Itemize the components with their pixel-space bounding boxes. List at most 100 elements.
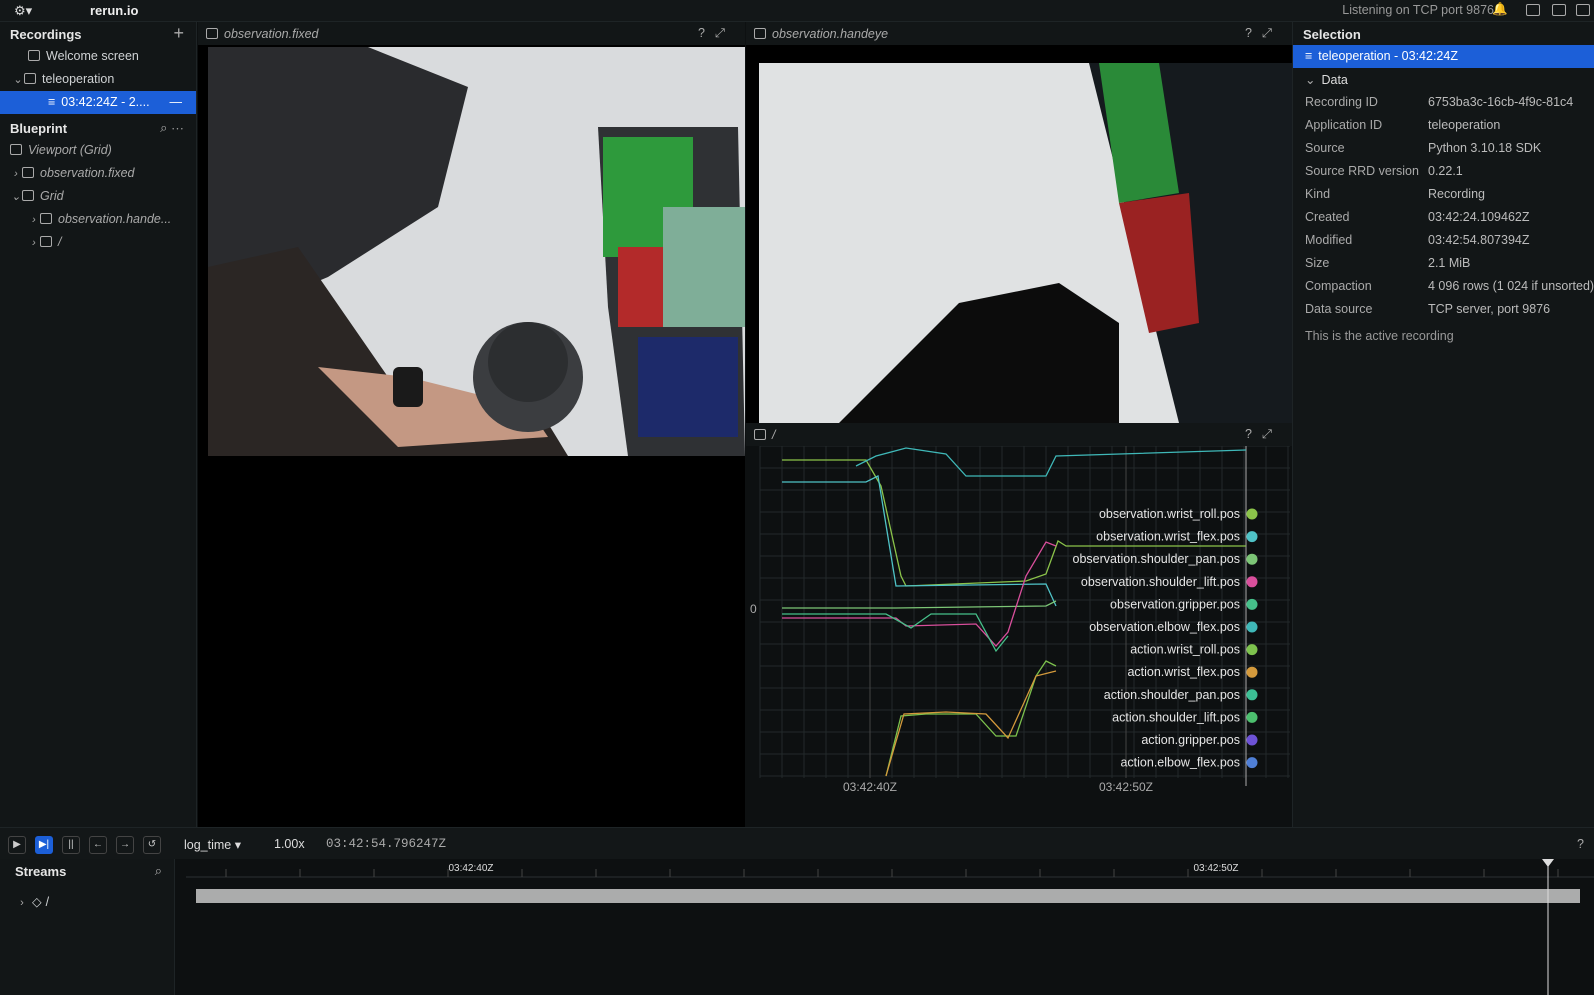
top-bar: ⚙▾ rerun.io Listening on TCP port 9876 🔔 xyxy=(0,0,1594,22)
ruler-label: 03:42:50Z xyxy=(1193,863,1238,874)
legend-swatch xyxy=(1246,666,1258,678)
legend-swatch xyxy=(1246,689,1258,701)
selected-recording-label: teleoperation - 03:42:24Z xyxy=(1318,49,1458,63)
plot-view[interactable]: 03:42:40Z 03:42:50Z 0 observation.wrist_rol… xyxy=(746,445,1292,827)
series-line xyxy=(782,475,1057,607)
property-row: Source RRD version 0.22.1 xyxy=(1293,160,1594,183)
time-control-bar: ▶ ▶| || ← → ↺ log_time ▾ 1.00x 03:42:54.… xyxy=(0,827,1594,859)
x-tick-label: 03:42:40Z xyxy=(843,780,897,794)
help-icon[interactable]: ? xyxy=(1577,837,1584,851)
streams-panel: Streams ⌕ › ◇/ 03:42:40Z 03:42:50Z xyxy=(0,859,1594,995)
property-value: Python 3.10.18 SDK xyxy=(1428,141,1542,155)
playback-speed[interactable]: 1.00x xyxy=(274,837,305,851)
welcome-label: Welcome screen xyxy=(46,49,139,63)
fixed-label: observation.fixed xyxy=(40,166,135,180)
property-key: Compaction xyxy=(1305,279,1372,293)
legend-swatch xyxy=(1246,621,1258,633)
property-key: Size xyxy=(1305,256,1330,270)
chevron-down-icon[interactable]: ⌄ xyxy=(1305,73,1315,87)
legend-label: action.gripper.pos xyxy=(1141,733,1240,747)
recording-item-active[interactable]: ≡ 03:42:24Z - 2.... — xyxy=(0,91,196,114)
grid-label: Grid xyxy=(40,189,64,203)
step-back-icon[interactable]: ← xyxy=(89,836,107,854)
series-line xyxy=(782,541,1057,647)
streams-title: Streams xyxy=(15,864,67,879)
toggle-left-panel-icon[interactable] xyxy=(1526,4,1540,16)
follow-icon[interactable]: ▶| xyxy=(35,836,53,854)
teleoperation-label: teleoperation xyxy=(42,72,115,86)
toggle-right-panel-icon[interactable] xyxy=(1576,4,1590,16)
chevron-right-icon[interactable]: › xyxy=(28,237,40,249)
property-value: Recording xyxy=(1428,187,1485,201)
toggle-bottom-panel-icon[interactable] xyxy=(1552,4,1566,16)
blueprint-fixed[interactable]: › observation.fixed xyxy=(0,162,196,185)
blueprint-grid[interactable]: ⌄ Grid xyxy=(0,185,196,208)
property-row: Source Python 3.10.18 SDK xyxy=(1293,137,1594,160)
plot-view-icon xyxy=(754,429,766,440)
timeseries-plot[interactable]: 03:42:40Z 03:42:50Z 0 observation.wrist_rol… xyxy=(746,445,1292,827)
handeye-camera-image xyxy=(759,63,1292,423)
timeline-area[interactable]: 03:42:40Z 03:42:50Z xyxy=(186,859,1594,995)
blueprint-handeye[interactable]: › observation.hande... xyxy=(0,208,196,231)
recording-teleoperation[interactable]: ⌄ teleoperation xyxy=(0,68,196,91)
stream-root-label: / xyxy=(45,895,50,909)
grid-icon xyxy=(10,144,22,155)
current-time[interactable]: 03:42:54.796247Z xyxy=(326,837,446,851)
recording-welcome[interactable]: Welcome screen xyxy=(0,45,196,68)
timeline-selector[interactable]: log_time ▾ xyxy=(184,837,241,852)
fixed-view-header: observation.fixed ?⤢ xyxy=(198,22,745,45)
recordings-header: Recordings + xyxy=(0,22,196,45)
data-header-label: Data xyxy=(1321,73,1348,87)
y-tick-label: 0 xyxy=(750,602,757,616)
selected-recording[interactable]: ≡ teleoperation - 03:42:24Z xyxy=(1293,45,1594,68)
blueprint-tools[interactable]: ⌕ ⋯ xyxy=(160,120,184,136)
blueprint-plot[interactable]: › / xyxy=(0,231,196,254)
step-forward-icon[interactable]: → xyxy=(116,836,134,854)
rerun-menu-icon[interactable]: ⚙▾ xyxy=(14,3,32,19)
app-title: rerun.io xyxy=(90,3,139,18)
close-recording-icon[interactable]: — xyxy=(170,95,183,109)
bell-icon[interactable]: 🔔 xyxy=(1492,2,1508,17)
legend-swatch xyxy=(1246,576,1258,588)
grid-icon xyxy=(22,190,34,201)
legend-swatch xyxy=(1246,644,1258,656)
view-tools[interactable]: ?⤢ xyxy=(1245,26,1282,41)
ruler-label: 03:42:40Z xyxy=(448,863,493,874)
blueprint-header: Blueprint ⌕ ⋯ xyxy=(0,116,196,139)
series-line xyxy=(782,613,1009,653)
welcome-icon xyxy=(28,50,40,61)
chevron-right-icon[interactable]: › xyxy=(28,214,40,226)
handeye-view-header: observation.handeye ?⤢ xyxy=(746,22,1292,45)
handeye-view[interactable] xyxy=(746,45,1292,423)
fixed-view[interactable] xyxy=(198,45,745,827)
add-icon[interactable]: + xyxy=(173,23,184,44)
viewport-item[interactable]: Viewport (Grid) xyxy=(0,139,196,162)
view-tools[interactable]: ?⤢ xyxy=(1245,427,1282,442)
property-value: teleoperation xyxy=(1428,118,1501,132)
stream-root[interactable]: › ◇ / xyxy=(0,890,174,913)
chevron-down-icon[interactable]: ⌄ xyxy=(10,190,22,203)
series-line xyxy=(885,660,1057,777)
property-key: Kind xyxy=(1305,187,1331,201)
property-key: Data source xyxy=(1305,302,1373,316)
left-panel: Recordings + Welcome screen ⌄ teleoperatio… xyxy=(0,22,197,827)
property-row: Application ID teleoperation xyxy=(1293,114,1594,137)
pause-icon[interactable]: || xyxy=(62,836,80,854)
property-key: Application ID xyxy=(1305,118,1383,132)
chevron-right-icon[interactable]: › xyxy=(10,168,22,180)
selection-panel: Selection ≡ teleoperation - 03:42:24Z ⌄ Da… xyxy=(1292,22,1594,827)
chevron-down-icon[interactable]: ⌄ xyxy=(12,73,24,86)
search-icon[interactable]: ⌕ xyxy=(155,863,162,879)
legend-swatch xyxy=(1246,508,1258,520)
property-key: Modified xyxy=(1305,233,1353,247)
property-value: 0.22.1 xyxy=(1428,164,1463,178)
legend-label: observation.shoulder_lift.pos xyxy=(1081,575,1240,589)
data-section-header[interactable]: ⌄ Data xyxy=(1293,68,1594,91)
property-row: Size 2.1 MiB xyxy=(1293,252,1594,275)
loop-icon[interactable]: ↺ xyxy=(143,836,161,854)
chevron-right-icon[interactable]: › xyxy=(16,897,28,909)
legend-swatch xyxy=(1246,598,1258,610)
play-icon[interactable]: ▶ xyxy=(8,836,26,854)
legend-label: observation.gripper.pos xyxy=(1110,597,1240,611)
view-tools[interactable]: ?⤢ xyxy=(698,26,735,41)
